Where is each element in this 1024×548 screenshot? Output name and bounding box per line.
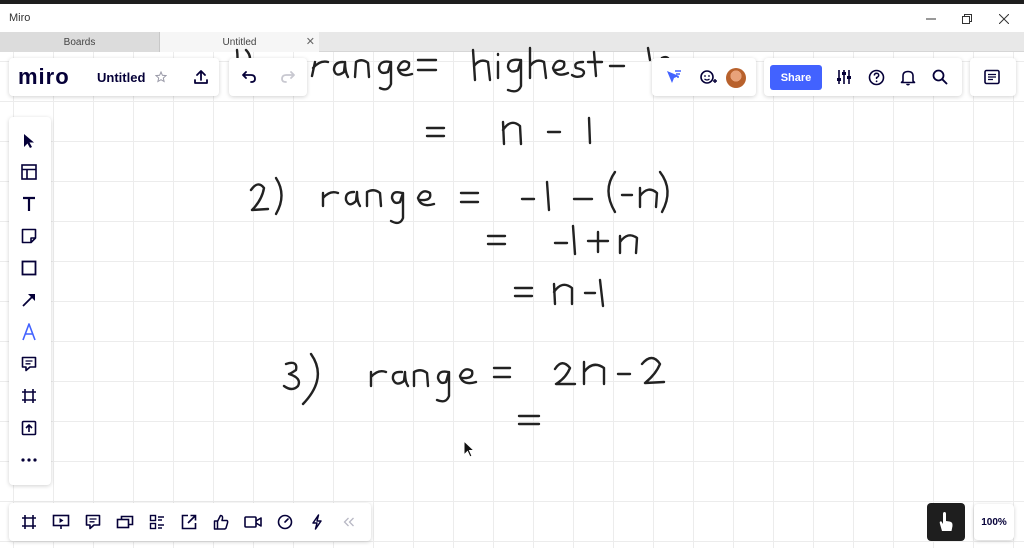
present-icon[interactable] xyxy=(50,511,72,533)
shape-icon[interactable] xyxy=(18,257,40,279)
help-icon[interactable] xyxy=(866,67,886,87)
miro-logo: miro xyxy=(18,64,70,89)
board-menu-icon[interactable] xyxy=(982,67,1002,87)
star-icon[interactable] xyxy=(154,70,168,84)
zoom-level[interactable]: 100% xyxy=(974,504,1014,540)
upload-icon[interactable] xyxy=(190,66,212,88)
reactions-icon[interactable] xyxy=(210,511,232,533)
screens-icon[interactable] xyxy=(114,511,136,533)
mouse-cursor-icon xyxy=(463,440,476,458)
user-avatar[interactable] xyxy=(726,68,746,88)
comment-icon[interactable] xyxy=(18,353,40,375)
pen-icon[interactable] xyxy=(18,321,40,343)
comments-icon[interactable] xyxy=(82,511,104,533)
template-icon[interactable] xyxy=(18,161,40,183)
search-icon[interactable] xyxy=(930,67,950,87)
activity-icon[interactable] xyxy=(306,511,328,533)
share-screen-icon[interactable] xyxy=(178,511,200,533)
select-icon[interactable] xyxy=(18,130,40,152)
undo-icon[interactable] xyxy=(238,66,260,88)
frames-icon[interactable] xyxy=(18,511,40,533)
settings-sliders-icon[interactable] xyxy=(834,67,854,87)
cursor-filter-icon[interactable] xyxy=(662,66,684,88)
share-button[interactable]: Share xyxy=(770,65,822,90)
hand-tool-button[interactable] xyxy=(927,503,965,541)
notifications-bell-icon[interactable] xyxy=(898,67,918,87)
more-icon[interactable] xyxy=(18,449,40,471)
video-icon[interactable] xyxy=(242,511,264,533)
board-title[interactable]: Untitled xyxy=(97,70,145,85)
sticky-note-icon[interactable] xyxy=(18,225,40,247)
board-outline-icon[interactable] xyxy=(146,511,168,533)
collapse-icon[interactable] xyxy=(338,511,360,533)
arrow-icon[interactable] xyxy=(18,289,40,311)
reactions-add-icon[interactable] xyxy=(697,66,719,88)
text-icon[interactable] xyxy=(18,193,40,215)
upload-icon[interactable] xyxy=(18,417,40,439)
redo-icon[interactable] xyxy=(277,66,299,88)
timer-icon[interactable] xyxy=(274,511,296,533)
frame-icon[interactable] xyxy=(18,385,40,407)
